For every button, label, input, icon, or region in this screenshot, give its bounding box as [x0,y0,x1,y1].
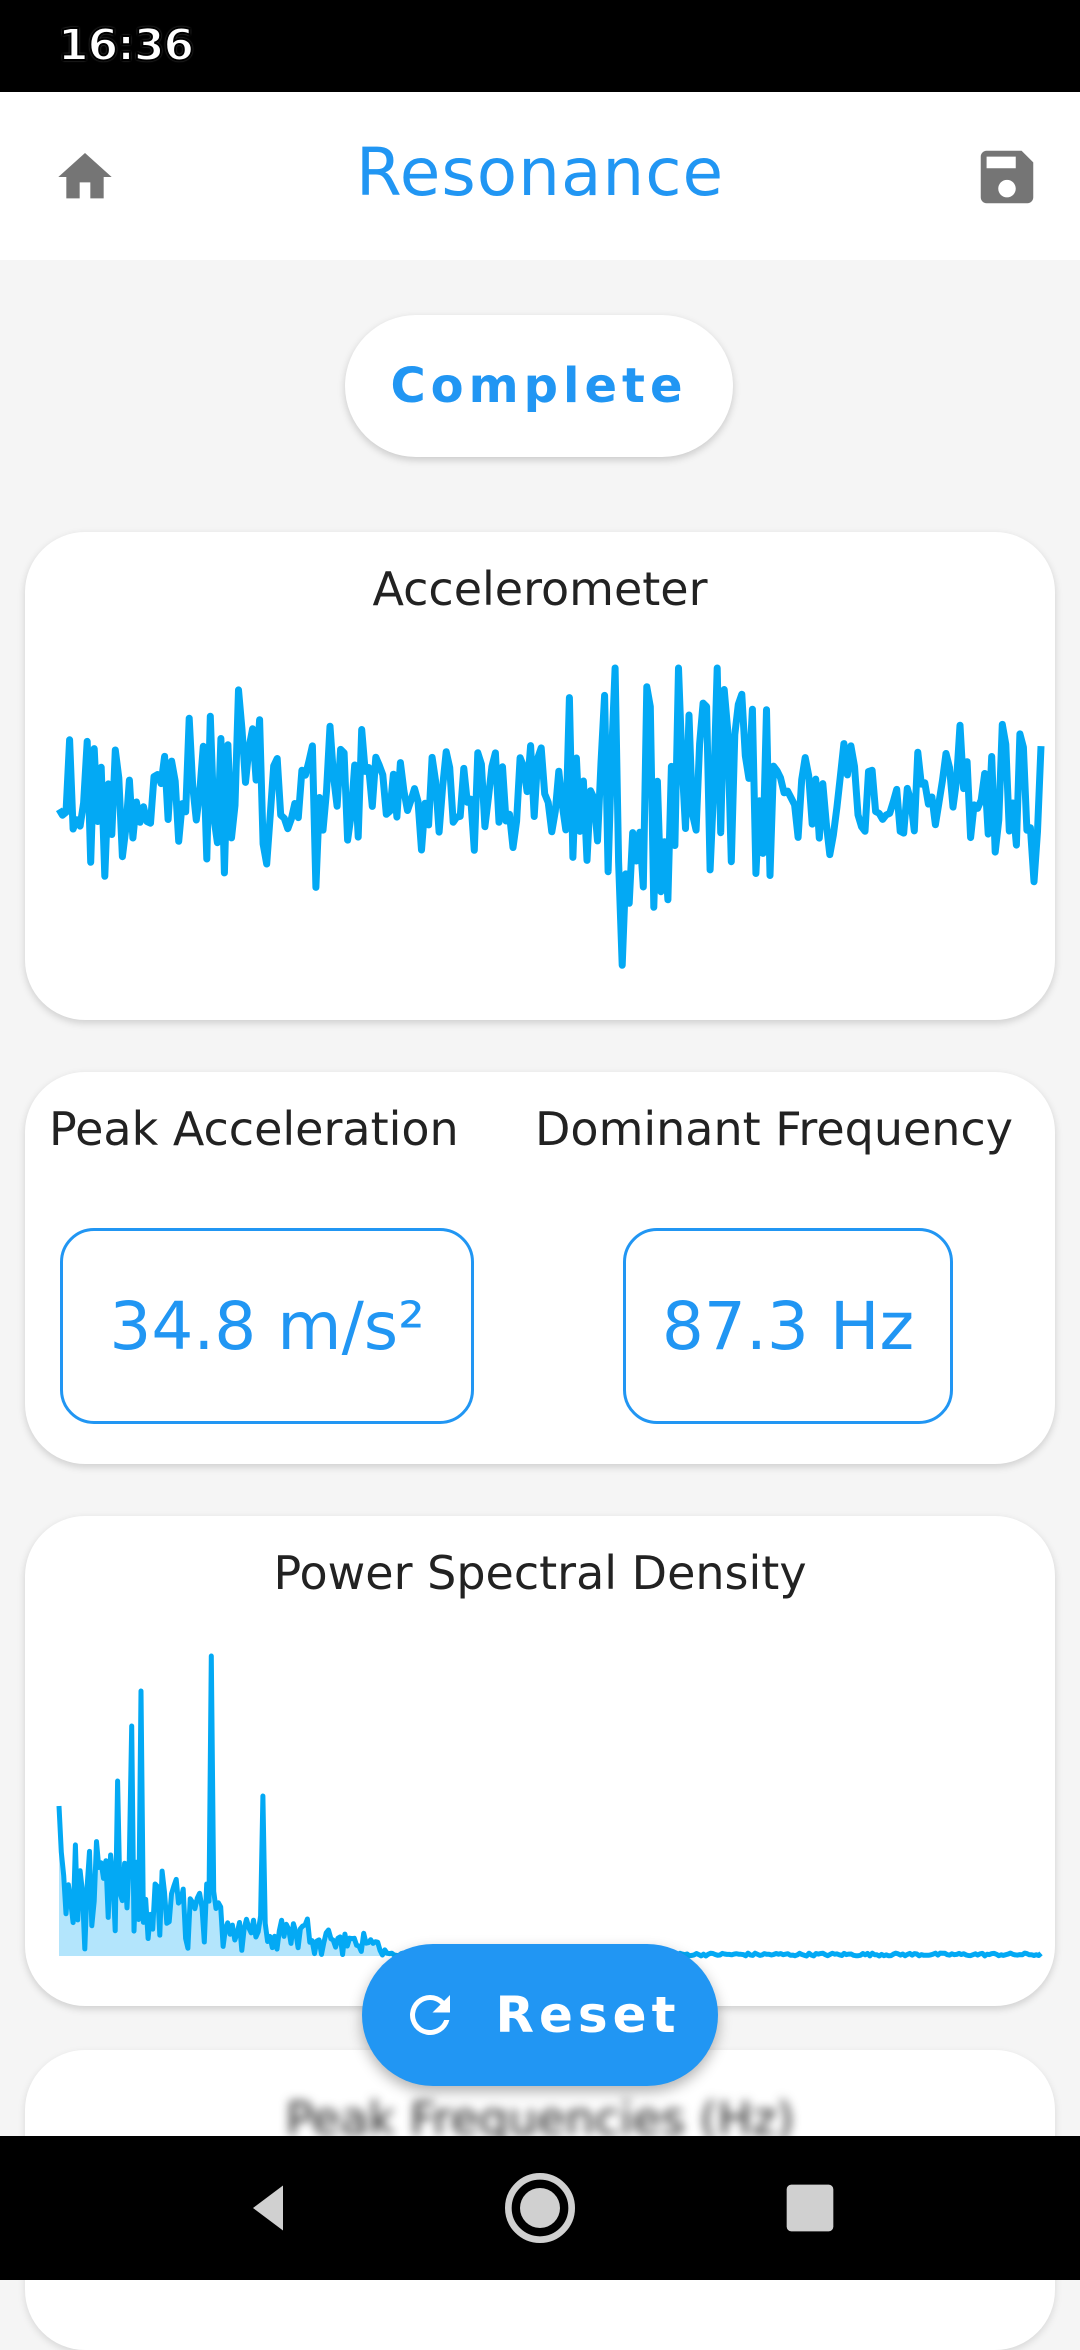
peak-acceleration-value: 34.8 m/s² [60,1228,474,1424]
accelerometer-chart [55,664,1045,969]
psd-title: Power Spectral Density [273,1546,807,1600]
psd-series-line [56,1653,1043,1959]
refresh-icon [400,1985,460,2045]
system-nav-bar [0,2136,1080,2280]
accelerometer-series-line [55,664,1045,969]
peak-acceleration-label: Peak Acceleration [49,1102,459,1156]
nav-back-button[interactable] [228,2168,308,2248]
status-bar: 16:36 [0,0,1080,92]
reset-label: Reset [495,1986,681,2044]
recents-square-icon [786,2184,834,2232]
back-triangle-icon [253,2185,283,2231]
home-circle-icon [505,2173,575,2243]
nav-home-button[interactable] [500,2168,580,2248]
dominant-frequency-label: Dominant Frequency [535,1102,1013,1156]
psd-card: Power Spectral Density [25,1516,1055,2006]
nav-recents-button[interactable] [770,2168,850,2248]
save-button[interactable] [962,132,1052,222]
accelerometer-card: Accelerometer [25,532,1055,1020]
reset-button[interactable]: Reset [362,1944,718,2086]
status-pill: Complete [345,315,733,457]
metrics-card: Peak Acceleration Dominant Frequency 34.… [25,1072,1055,1464]
accelerometer-title: Accelerometer [372,562,708,616]
save-icon [980,150,1034,204]
app-bar: Resonance [0,92,1080,260]
page-title: Resonance [355,134,725,211]
status-time: 16:36 [57,19,195,72]
dominant-frequency-value: 87.3 Hz [623,1228,953,1424]
psd-chart [56,1653,1043,1959]
